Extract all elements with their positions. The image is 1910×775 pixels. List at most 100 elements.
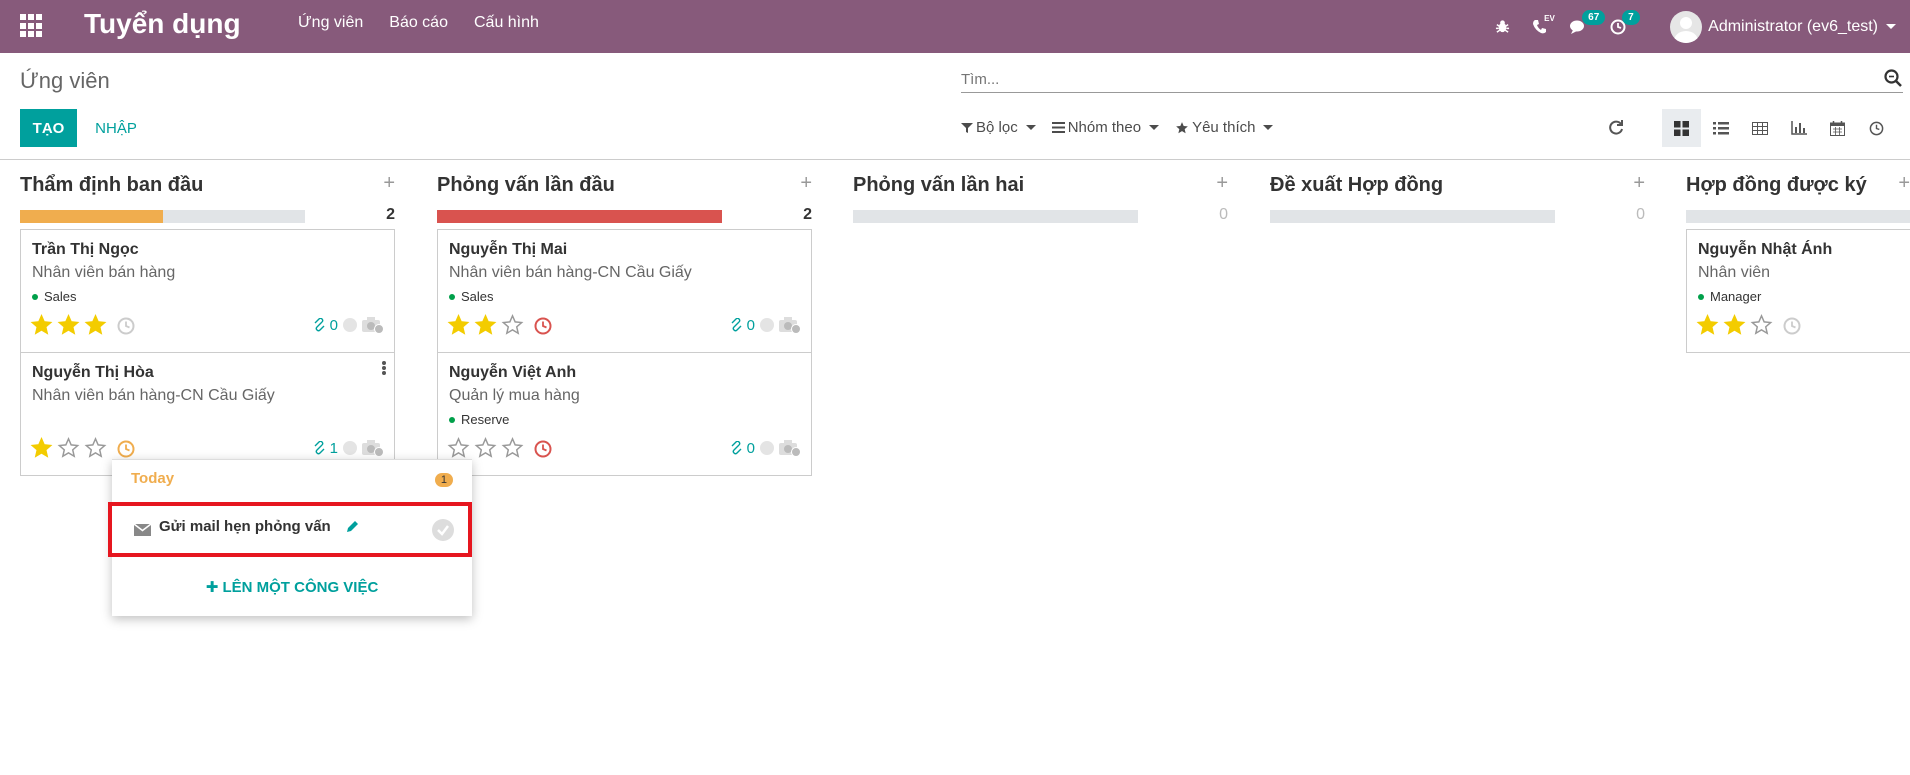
activity-clock-icon[interactable] (534, 317, 552, 335)
star-empty-icon[interactable] (501, 314, 524, 336)
status-dot[interactable] (760, 441, 774, 455)
groupby-dropdown[interactable]: Nhóm theo (1051, 119, 1160, 136)
column-progress-bar[interactable] (437, 210, 722, 223)
applicant-card[interactable]: Nguyễn Việt Anh Quản lý mua hàng Reserve… (437, 352, 812, 476)
table-icon (1751, 121, 1768, 135)
tag-dot (449, 416, 455, 423)
bug-icon[interactable] (1495, 19, 1510, 34)
star-filled-icon[interactable] (474, 314, 497, 336)
pencil-icon[interactable] (345, 520, 359, 534)
calendar-view-button[interactable] (1818, 109, 1857, 147)
column-title[interactable]: Thẩm định ban đầu (20, 174, 203, 197)
star-empty-icon[interactable] (501, 437, 524, 459)
import-button[interactable]: NHẬP (82, 109, 150, 147)
favorites-dropdown[interactable]: Yêu thích (1175, 119, 1274, 136)
apps-menu-icon[interactable] (20, 14, 44, 38)
priority-stars (447, 437, 524, 459)
star-filled-icon[interactable] (30, 437, 53, 459)
paperclip-icon (314, 441, 325, 455)
column-progress-bar[interactable] (20, 210, 305, 223)
activity-view-button[interactable] (1857, 109, 1896, 147)
status-dot[interactable] (760, 318, 774, 332)
card-meta: 0 (313, 316, 384, 334)
main-menu: Ứng viên Báo cáo Cấu hình (298, 14, 539, 32)
kanban-column: Phỏng vấn lần đầu + 2 Nguyễn Thị Mai Nhâ… (437, 170, 812, 476)
refresh-icon[interactable] (1607, 119, 1625, 137)
pivot-view-button[interactable] (1740, 109, 1779, 147)
mark-done-button[interactable] (432, 519, 454, 541)
graph-view-button[interactable] (1779, 109, 1818, 147)
calendar-icon (1830, 120, 1845, 136)
star-empty-icon[interactable] (57, 437, 80, 459)
star-filled-icon[interactable] (57, 314, 80, 336)
status-dot[interactable] (343, 441, 357, 455)
menu-item-configuration[interactable]: Cấu hình (474, 14, 539, 32)
column-progress-bar[interactable] (853, 210, 1138, 223)
star-filled-icon[interactable] (1723, 314, 1746, 336)
star-empty-icon[interactable] (1750, 314, 1773, 336)
kanban-view-button[interactable] (1662, 109, 1701, 147)
applicant-card[interactable]: Nguyễn Nhật Ánh Nhân viên Manager (1686, 229, 1910, 353)
star-filled-icon[interactable] (447, 314, 470, 336)
camera-avatar-icon[interactable] (779, 439, 801, 457)
activity-clock-icon[interactable] (1783, 317, 1801, 335)
groupby-label: Nhóm theo (1067, 119, 1142, 136)
card-menu-icon[interactable] (382, 361, 386, 375)
list-view-button[interactable] (1701, 109, 1740, 147)
camera-avatar-icon[interactable] (779, 316, 801, 334)
progress-fill (437, 210, 722, 223)
progress-fill (20, 210, 163, 223)
star-filled-icon[interactable] (30, 314, 53, 336)
column-title[interactable]: Phỏng vấn lần hai (853, 174, 1024, 197)
filter-dropdown[interactable]: Bộ lọc (961, 119, 1036, 136)
job-position: Nhân viên bán hàng-CN Cầu Giấy (449, 264, 692, 281)
activity-clock-icon[interactable] (534, 440, 552, 458)
app-title[interactable]: Tuyển dụng (84, 8, 241, 40)
add-card-icon[interactable]: + (1898, 172, 1910, 195)
camera-avatar-icon[interactable] (362, 316, 384, 334)
user-menu[interactable]: Administrator (ev6_test) (1670, 10, 1896, 43)
activity-clock-icon[interactable] (117, 317, 135, 335)
camera-avatar-icon[interactable] (362, 439, 384, 457)
add-card-icon[interactable]: + (383, 172, 395, 195)
activity-clock-icon[interactable]: 7 (1610, 9, 1640, 35)
filter-icon (961, 122, 973, 133)
bars-icon (1051, 122, 1065, 133)
check-icon (437, 525, 449, 536)
create-button[interactable]: TẠO (20, 109, 77, 147)
column-title[interactable]: Hợp đồng được ký (1686, 174, 1867, 197)
column-progress-bar[interactable] (1686, 210, 1910, 223)
applicant-card[interactable]: Nguyễn Thị Mai Nhân viên bán hàng-CN Cầu… (437, 229, 812, 353)
chat-icon[interactable]: 67 (1570, 9, 1606, 35)
paperclip-icon (731, 318, 742, 332)
add-card-icon[interactable]: + (1633, 172, 1645, 195)
priority-stars (30, 314, 107, 336)
star-empty-icon[interactable] (84, 437, 107, 459)
menu-item-applicants[interactable]: Ứng viên (298, 14, 363, 32)
menu-item-reports[interactable]: Báo cáo (389, 14, 448, 32)
activity-item[interactable]: Gửi mail hẹn phỏng vấn (108, 502, 472, 557)
tag-label: Sales (461, 289, 494, 304)
schedule-activity-label: LÊN MỘT CÔNG VIỆC (222, 579, 379, 596)
star-empty-icon[interactable] (474, 437, 497, 459)
applicant-card[interactable]: Trần Thị Ngọc Nhân viên bán hàng Sales 0 (20, 229, 395, 353)
star-filled-icon[interactable] (1696, 314, 1719, 336)
priority-stars (30, 437, 107, 459)
paperclip-icon (314, 318, 325, 332)
column-progress-bar[interactable] (1270, 210, 1555, 223)
search-options: Bộ lọc Nhóm theo Yêu thích (961, 119, 1274, 136)
status-dot[interactable] (343, 318, 357, 332)
column-title[interactable]: Đề xuất Hợp đồng (1270, 174, 1443, 197)
applicant-card[interactable]: Nguyễn Thị Hòa Nhân viên bán hàng-CN Cầu… (20, 352, 395, 476)
search-icon[interactable] (1883, 68, 1903, 88)
star-empty-icon[interactable] (447, 437, 470, 459)
column-title[interactable]: Phỏng vấn lần đầu (437, 174, 615, 197)
add-card-icon[interactable]: + (800, 172, 812, 195)
job-position: Nhân viên bán hàng (32, 264, 176, 281)
star-filled-icon[interactable] (84, 314, 107, 336)
search-input[interactable] (961, 67, 1861, 91)
schedule-activity-button[interactable]: ✚ LÊN MỘT CÔNG VIỆC (112, 578, 472, 596)
activity-clock-icon[interactable] (117, 440, 135, 458)
phone-icon[interactable]: EV (1532, 14, 1555, 35)
add-card-icon[interactable]: + (1216, 172, 1228, 195)
